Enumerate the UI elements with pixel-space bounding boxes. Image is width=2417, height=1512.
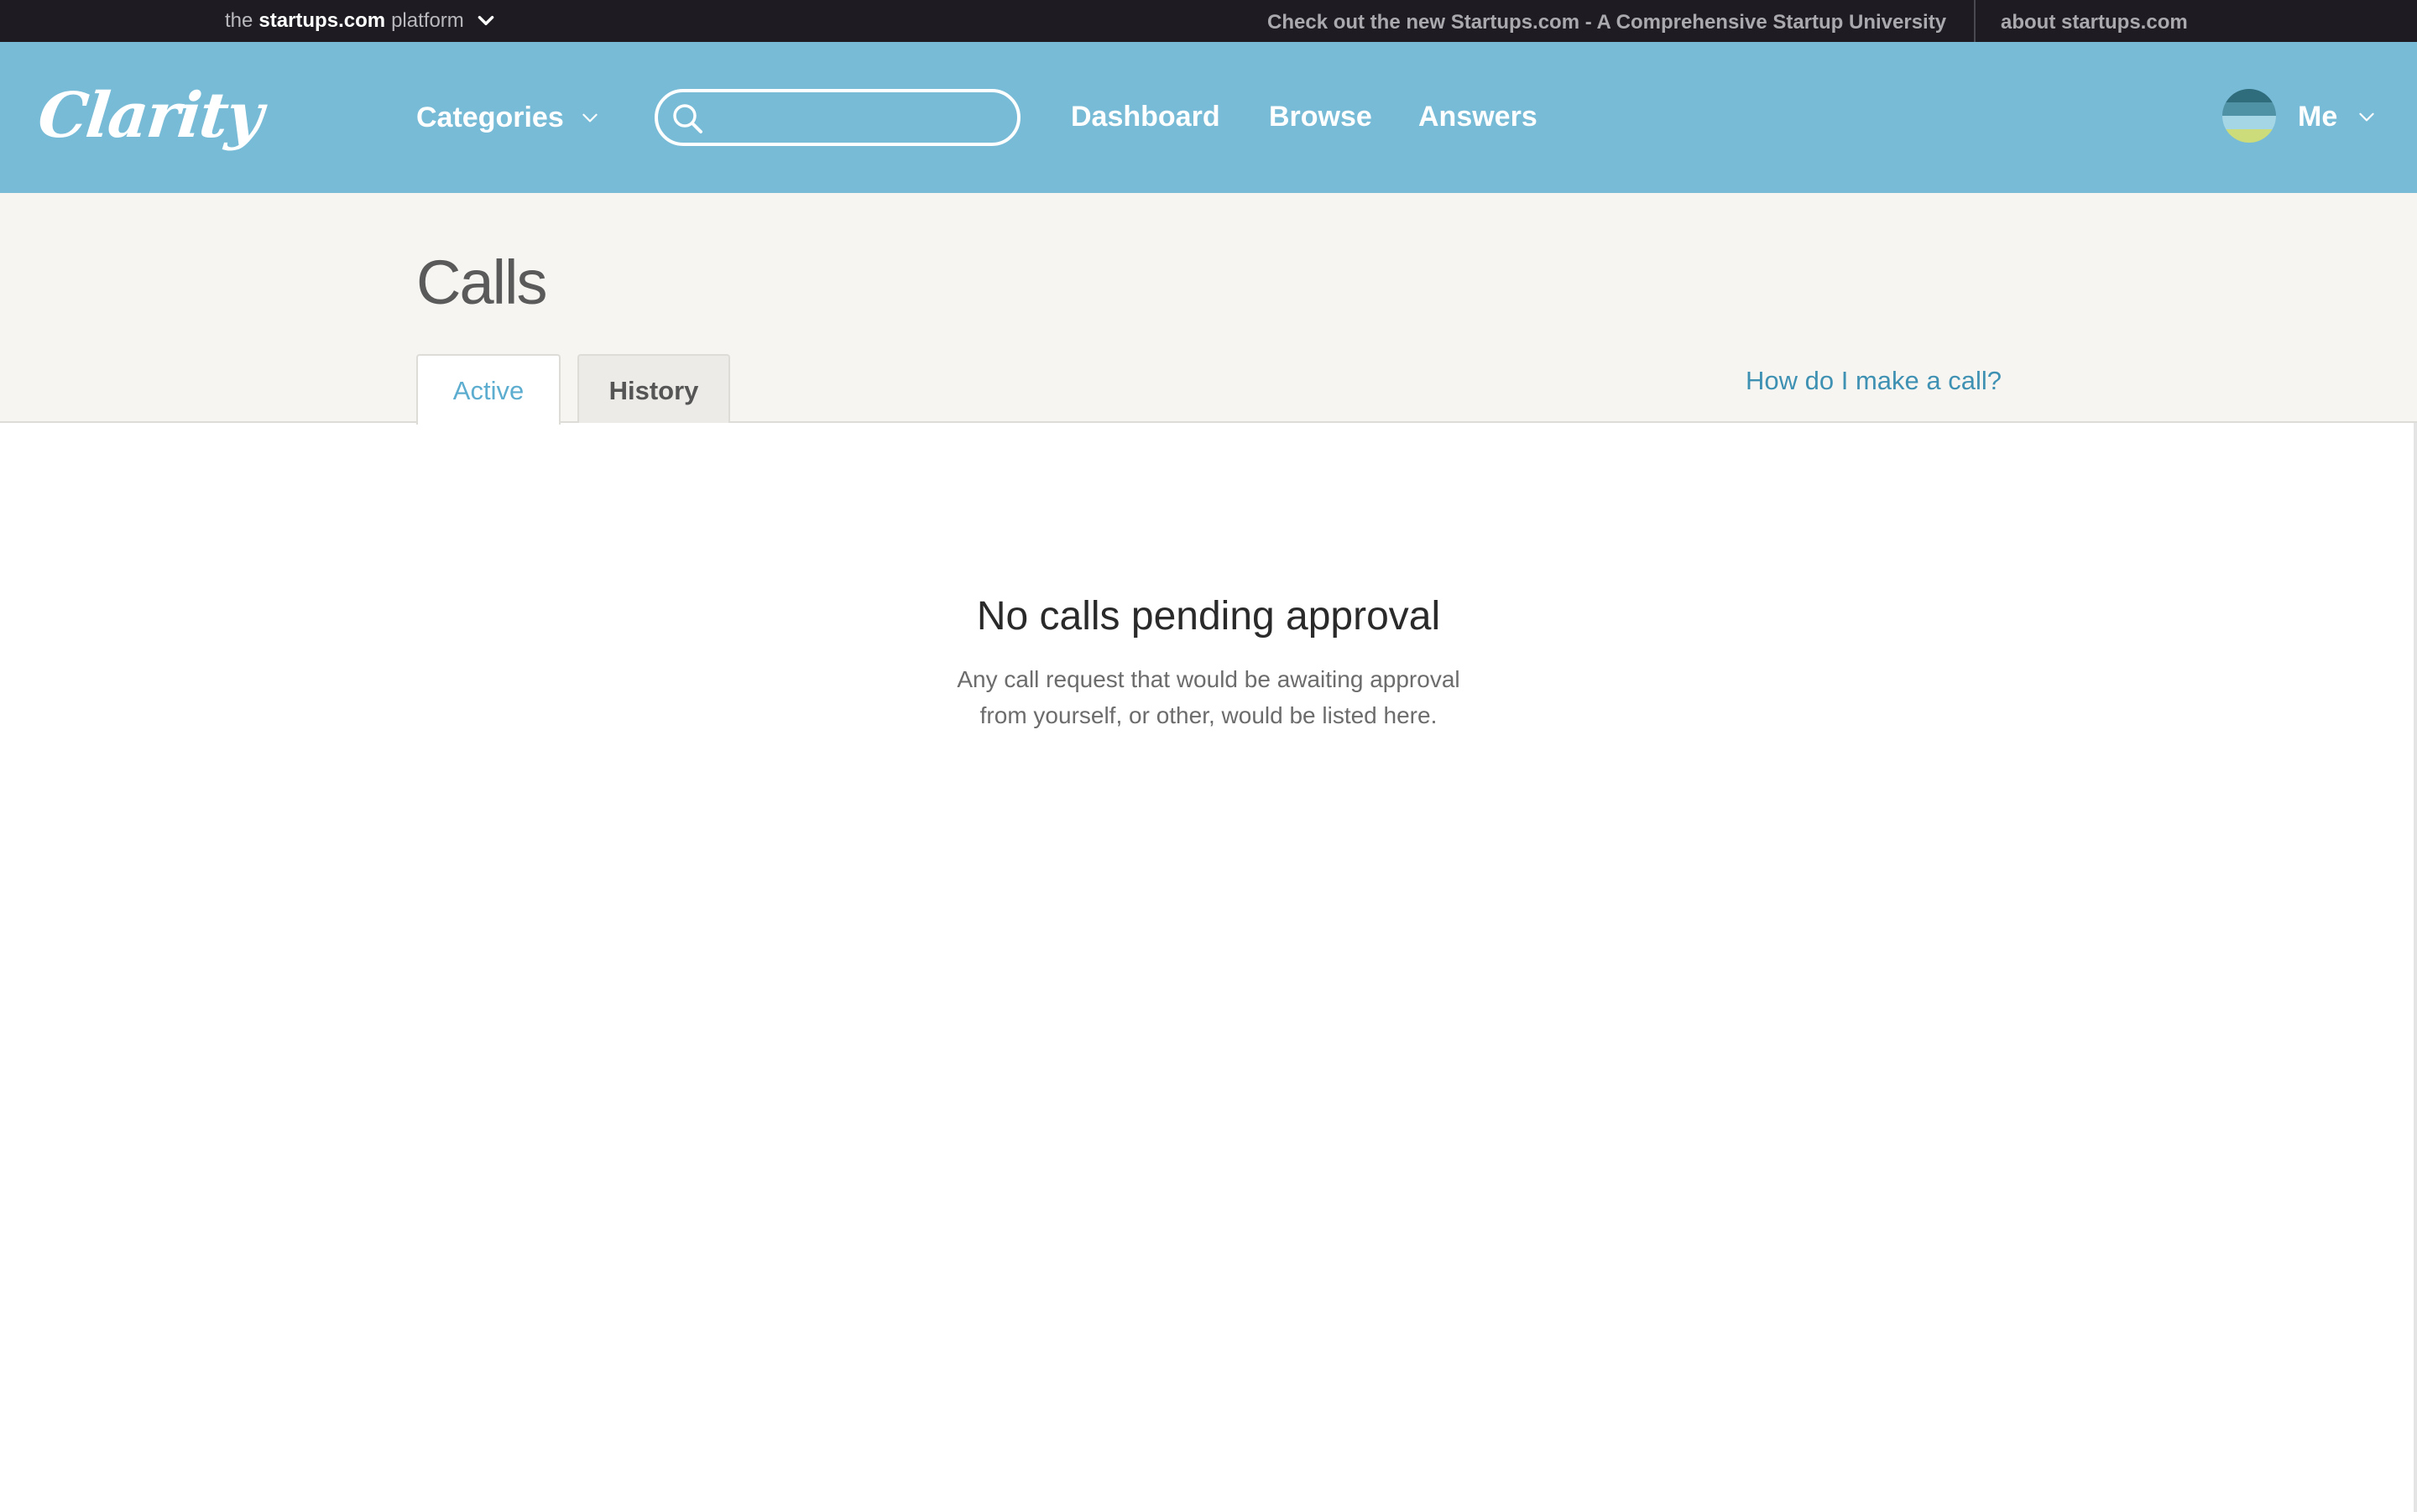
nav-dashboard[interactable]: Dashboard <box>1071 96 1220 138</box>
search-icon[interactable] <box>670 101 707 138</box>
nav-browse[interactable]: Browse <box>1269 96 1372 138</box>
platform-prefix: the <box>225 9 253 32</box>
empty-state-title: No calls pending approval <box>976 594 1441 639</box>
empty-state: No calls pending approval Any call reque… <box>0 587 2417 733</box>
user-menu[interactable]: Me <box>2298 96 2378 138</box>
categories-label: Categories <box>416 101 564 133</box>
tab-history[interactable]: History <box>577 354 730 423</box>
page-title: Calls <box>416 248 547 317</box>
search-box <box>655 89 1021 146</box>
chevron-down-icon <box>478 15 494 25</box>
nav-answers[interactable]: Answers <box>1418 96 1537 138</box>
user-menu-label: Me <box>2298 100 2338 133</box>
avatar[interactable] <box>2222 89 2276 143</box>
platform-suffix: platform <box>391 9 464 32</box>
main-header: Clarity Categories Dashboard Browse Answ… <box>0 42 2417 193</box>
platform-switcher[interactable]: the startups.com platform <box>225 0 497 42</box>
categories-dropdown[interactable]: Categories <box>416 97 601 138</box>
empty-state-description: Any call request that would be awaiting … <box>0 661 2417 733</box>
how-to-make-call-link[interactable]: How do I make a call? <box>1746 366 2002 396</box>
scrollbar-track[interactable] <box>2414 423 2417 1512</box>
top-platform-bar: the startups.com platform Check out the … <box>0 0 2417 42</box>
search-input[interactable] <box>713 97 1010 139</box>
tab-active[interactable]: Active <box>416 354 561 425</box>
page-header: Calls Active History How do I make a cal… <box>0 193 2417 425</box>
topbar-divider <box>1974 0 1976 42</box>
empty-state-description-line: Any call request that would be awaiting … <box>957 666 1460 692</box>
empty-state-description-line: from yourself, or other, would be listed… <box>979 702 1438 728</box>
clarity-logo[interactable]: Clarity <box>34 74 266 158</box>
about-startups-link[interactable]: about startups.com <box>2001 0 2188 42</box>
startups-university-link[interactable]: Check out the new Startups.com - A Compr… <box>1267 0 1946 42</box>
chevron-down-icon <box>582 113 598 123</box>
platform-brand: startups.com <box>258 9 386 32</box>
chevron-down-icon <box>2359 112 2374 122</box>
